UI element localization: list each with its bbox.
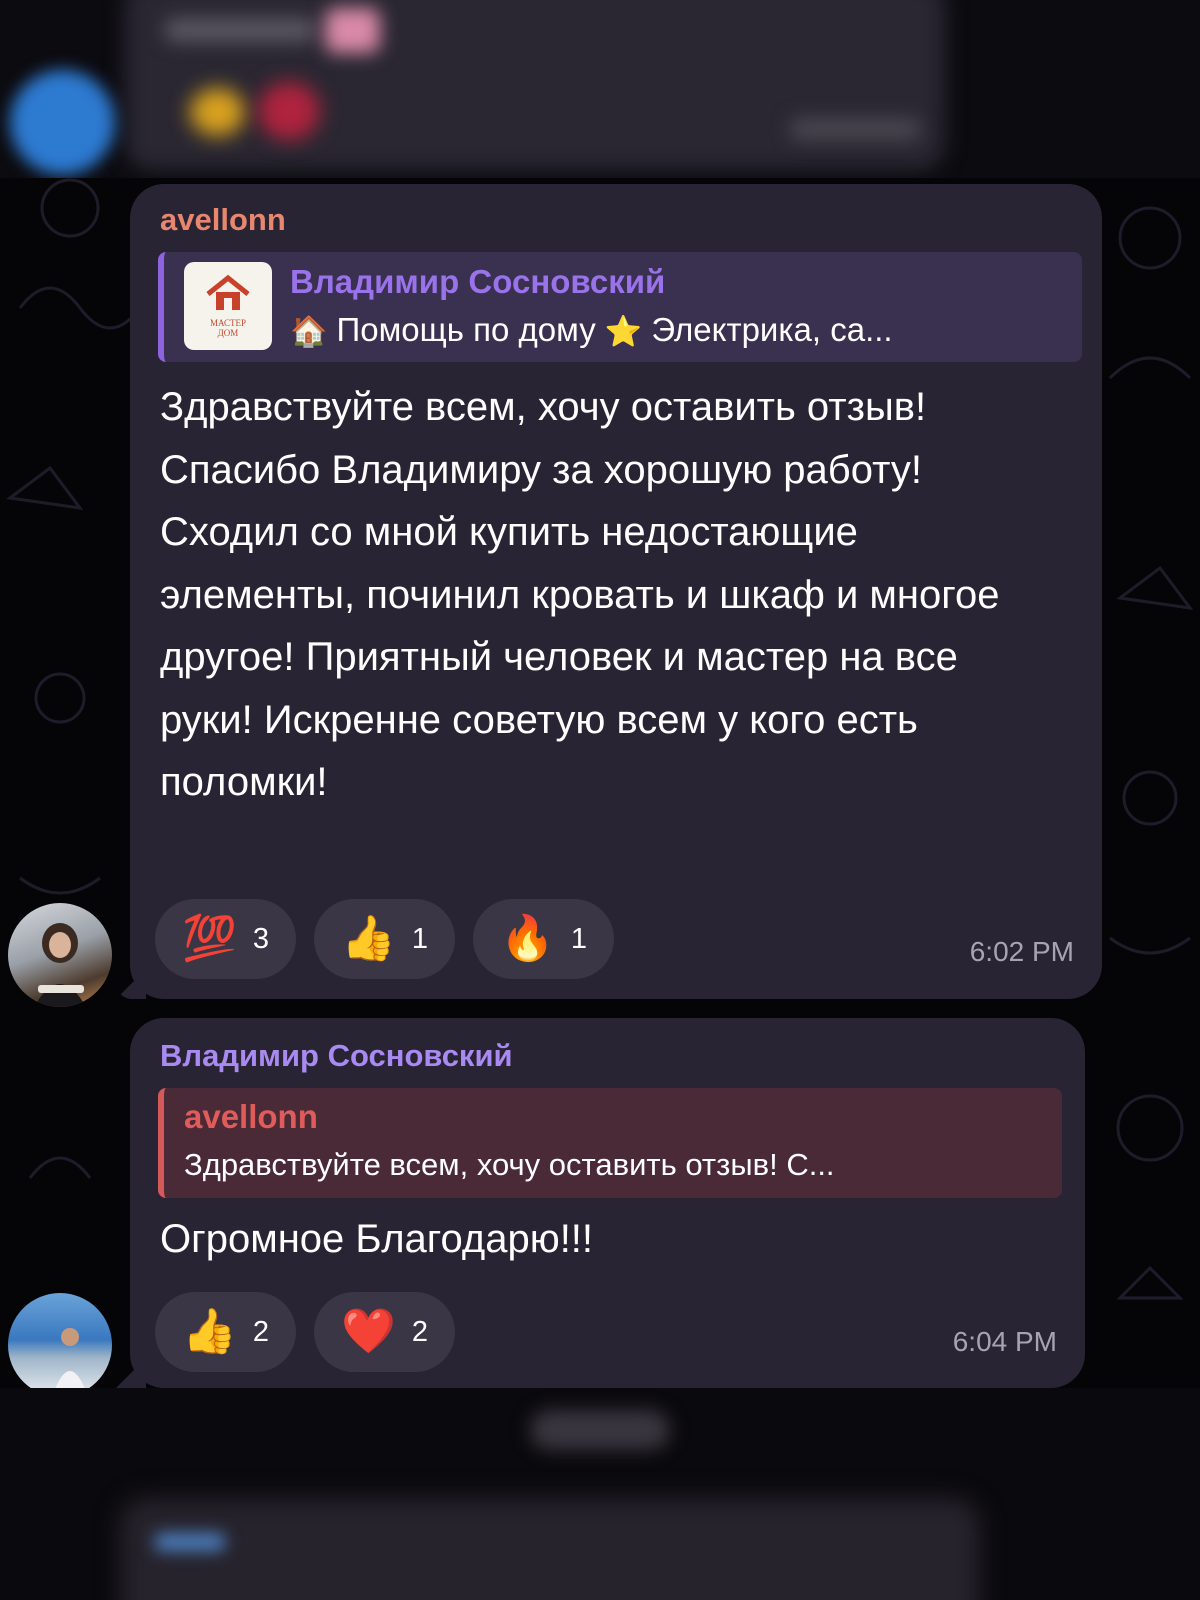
reaction-thumbs-up[interactable]: 👍 1 bbox=[314, 899, 455, 979]
reaction-hundred[interactable]: 💯 3 bbox=[155, 899, 296, 979]
message-text: Здравствуйте всем, хочу оставить отзыв! … bbox=[160, 385, 1000, 804]
reply-snippet: Здравствуйте всем, хочу оставить отзыв! … bbox=[184, 1147, 835, 1182]
reaction-count: 2 bbox=[411, 1315, 428, 1348]
avatar[interactable] bbox=[8, 903, 112, 1007]
blurred-previous-message bbox=[0, 0, 1200, 178]
reply-preview[interactable]: МАСТЕР ДОМ Владимир Сосновский 🏠 Помощь … bbox=[158, 252, 1082, 362]
message-text: Огромное Благодарю!!! bbox=[160, 1217, 594, 1261]
reaction-count: 1 bbox=[411, 922, 428, 955]
reply-preview[interactable]: avellonn Здравствуйте всем, хочу оставит… bbox=[158, 1088, 1062, 1198]
reactions-bar: 👍 2 ❤️ 2 bbox=[155, 1292, 455, 1372]
reactions-bar: 💯 3 👍 1 🔥 1 bbox=[155, 899, 614, 979]
reaction-count: 3 bbox=[252, 922, 269, 955]
blurred-text bbox=[165, 18, 315, 42]
reaction-fire[interactable]: 🔥 1 bbox=[473, 899, 614, 979]
blurred-text bbox=[155, 1533, 225, 1551]
reply-author: avellonn bbox=[184, 1098, 318, 1135]
reaction-count: 2 bbox=[252, 1315, 269, 1348]
house-icon: 🏠 bbox=[290, 315, 328, 349]
message-time: 6:02 PM bbox=[969, 936, 1074, 967]
blurred-emoji bbox=[325, 8, 380, 53]
sender-name[interactable]: avellonn bbox=[160, 202, 286, 238]
blurred-emoji bbox=[258, 82, 320, 140]
star-icon: ⭐ bbox=[604, 315, 643, 349]
blurred-date-badge bbox=[530, 1410, 670, 1450]
reaction-count: 1 bbox=[570, 922, 587, 955]
thumbs-up-icon: 👍 bbox=[341, 914, 396, 963]
message-bubble[interactable]: avellonn МАСТЕР ДОМ Владимир Сосновский … bbox=[116, 184, 1102, 999]
person-photo-icon bbox=[34, 923, 86, 1007]
person-photo-icon bbox=[52, 1328, 88, 1397]
hundred-points-icon: 💯 bbox=[182, 914, 237, 963]
message-time: 6:04 PM bbox=[952, 1326, 1057, 1357]
house-logo-icon bbox=[206, 274, 250, 310]
thumbs-up-icon: 👍 bbox=[182, 1307, 237, 1356]
avatar[interactable] bbox=[8, 1293, 112, 1397]
blurred-emoji bbox=[190, 88, 245, 136]
sender-name[interactable]: Владимир Сосновский bbox=[160, 1038, 513, 1074]
blurred-time bbox=[790, 118, 920, 140]
blurred-bubble bbox=[120, 1498, 980, 1600]
fire-icon: 🔥 bbox=[500, 914, 555, 963]
reply-snippet: 🏠 Помощь по дому ⭐ Электрика, са... bbox=[290, 311, 893, 349]
reaction-thumbs-up[interactable]: 👍 2 bbox=[155, 1292, 296, 1372]
reply-author: Владимир Сосновский bbox=[290, 263, 666, 300]
blurred-avatar bbox=[10, 70, 115, 175]
logo-text: МАСТЕР ДОМ bbox=[209, 318, 247, 338]
reply-thumbnail: МАСТЕР ДОМ bbox=[184, 262, 272, 350]
reaction-heart[interactable]: ❤️ 2 bbox=[314, 1292, 455, 1372]
heart-icon: ❤️ bbox=[341, 1307, 396, 1356]
blurred-next-content bbox=[0, 1388, 1200, 1600]
